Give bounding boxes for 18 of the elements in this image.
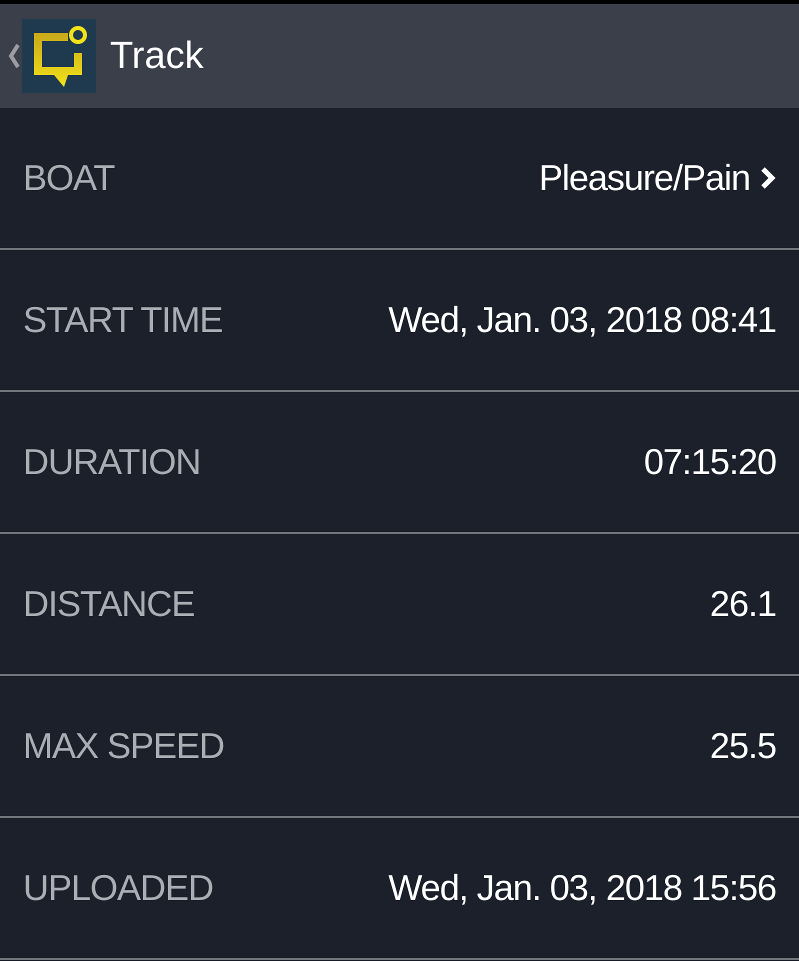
page-title: Track	[110, 34, 204, 78]
row-value: 07:15:20	[644, 440, 776, 484]
row-value: 25.5	[710, 724, 776, 768]
row-value: Wed, Jan. 03, 2018 08:41	[388, 298, 776, 342]
row-value: Wed, Jan. 03, 2018 15:56	[388, 866, 776, 910]
back-button[interactable]	[8, 19, 96, 93]
chevron-right-icon	[760, 166, 776, 190]
app-logo-icon	[22, 19, 96, 93]
row-label: START TIME	[23, 298, 222, 342]
row-label: BOAT	[23, 156, 114, 200]
row-value: Pleasure/Pain	[538, 156, 750, 200]
row-label: UPLOADED	[23, 866, 214, 910]
back-chevron-icon	[8, 43, 20, 69]
row-label: DURATION	[23, 440, 200, 484]
row-value: 26.1	[710, 582, 776, 626]
row-label: DISTANCE	[23, 582, 194, 626]
row-label: MAX SPEED	[23, 724, 224, 768]
detail-row[interactable]: BOAT Pleasure/Pain	[0, 108, 799, 250]
